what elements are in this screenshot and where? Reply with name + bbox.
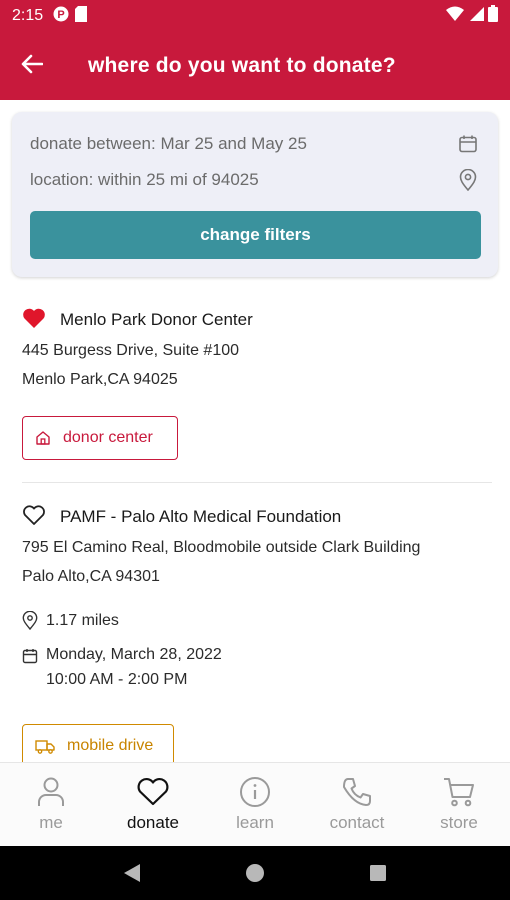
status-right [446, 5, 498, 27]
system-back-icon[interactable] [123, 863, 141, 883]
app-bar: where do you want to donate? [0, 32, 510, 100]
center-name: PAMF - Palo Alto Medical Foundation [60, 507, 342, 526]
address-line-1: 445 Burgess Drive, Suite #100 [22, 342, 240, 359]
nav-label: store [440, 813, 478, 832]
nav-label: me [39, 813, 63, 832]
nav-item-learn[interactable]: learn [204, 763, 306, 846]
nav-item-store[interactable]: store [408, 763, 510, 846]
center-header: PAMF - Palo Alto Medical Foundation [22, 504, 492, 531]
home-icon [35, 430, 51, 446]
status-time: 2:15 [12, 7, 44, 24]
center-header: Menlo Park Donor Center [22, 308, 492, 332]
info-icon [239, 775, 271, 809]
truck-icon [35, 739, 55, 754]
favorite-toggle[interactable] [22, 504, 48, 531]
list-divider [22, 482, 492, 483]
badge-label: mobile drive [67, 737, 154, 754]
svg-text:P: P [57, 9, 64, 21]
nav-label: donate [127, 813, 179, 832]
cart-icon [442, 775, 476, 809]
distance-text: 1.17 miles [46, 611, 119, 629]
nav-item-contact[interactable]: contact [306, 763, 408, 846]
bottom-nav: me donate learn contact store [0, 762, 510, 846]
battery-icon [488, 5, 498, 27]
date-filter-row[interactable]: donate between: Mar 25 and May 25 [30, 129, 480, 159]
address-line-1: 795 El Camino Real, Bloodmobile outside … [22, 539, 421, 556]
center-name: Menlo Park Donor Center [60, 310, 253, 329]
person-icon [37, 775, 65, 809]
phone-icon [341, 775, 373, 809]
location-filter-row[interactable]: location: within 25 mi of 94025 [30, 165, 480, 195]
nav-item-donate[interactable]: donate [102, 763, 204, 846]
back-button[interactable] [0, 32, 64, 100]
distance-row: 1.17 miles [22, 611, 492, 630]
address-line-2: Palo Alto,CA 94301 [22, 568, 160, 585]
location-pin-icon [22, 611, 46, 630]
date-filter-text: donate between: Mar 25 and May 25 [30, 134, 307, 153]
heart-outline-icon [22, 504, 46, 531]
calendar-icon [456, 132, 480, 156]
wifi-icon [446, 6, 464, 27]
arrow-left-icon [21, 54, 44, 79]
system-home-icon[interactable] [245, 863, 265, 883]
schedule-row: Monday, March 28, 2022 10:00 AM - 2:00 P… [22, 646, 492, 689]
app-notification-icon: P [53, 6, 69, 27]
heart-icon [136, 775, 170, 809]
system-nav-bar [0, 846, 510, 900]
address-line-2: Menlo Park,CA 94025 [22, 371, 178, 388]
nav-item-me[interactable]: me [0, 763, 102, 846]
list-item[interactable]: PAMF - Palo Alto Medical Foundation 795 … [22, 504, 492, 689]
schedule-text: Monday, March 28, 2022 10:00 AM - 2:00 P… [46, 646, 222, 689]
list-item[interactable]: Menlo Park Donor Center 445 Burgess Driv… [22, 308, 492, 389]
location-pin-icon [456, 168, 480, 192]
system-recents-icon[interactable] [369, 864, 387, 882]
calendar-icon [22, 646, 46, 664]
change-filters-button[interactable]: change filters [30, 211, 481, 259]
donor-center-badge[interactable]: donor center [22, 416, 178, 460]
page-title: where do you want to donate? [88, 54, 396, 77]
nav-label: contact [329, 813, 385, 832]
mobile-drive-badge[interactable]: mobile drive [22, 724, 174, 762]
sim-card-icon [75, 5, 88, 27]
signal-icon [468, 6, 484, 27]
badge-label: donor center [63, 429, 153, 446]
favorite-toggle[interactable] [22, 308, 48, 332]
nav-label: learn [236, 813, 274, 832]
drive-time: 10:00 AM - 2:00 PM [46, 671, 188, 688]
drive-date: Monday, March 28, 2022 [46, 646, 222, 663]
status-bar: 2:15 P [0, 0, 510, 32]
heart-filled-icon [22, 307, 46, 334]
location-filter-text: location: within 25 mi of 94025 [30, 170, 259, 189]
donation-center-list[interactable]: Menlo Park Donor Center 445 Burgess Driv… [0, 290, 510, 762]
filter-card: donate between: Mar 25 and May 25 locati… [12, 112, 498, 277]
